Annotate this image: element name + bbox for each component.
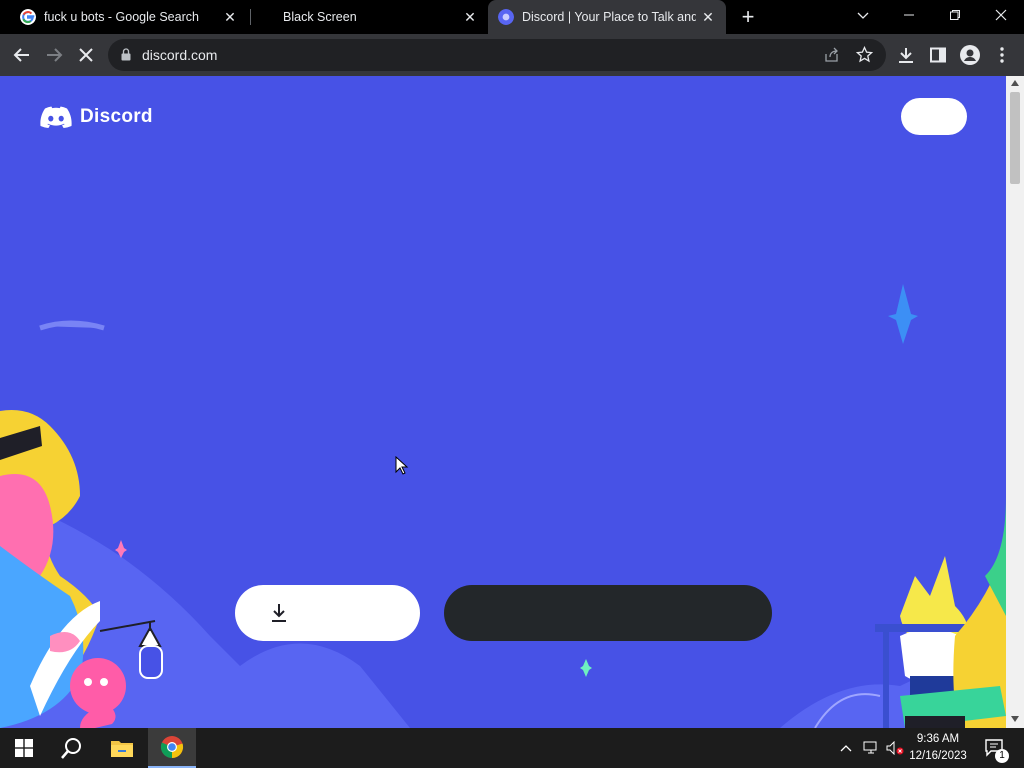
tab-divider bbox=[250, 9, 251, 25]
tab-search-chevron-icon[interactable] bbox=[840, 0, 886, 30]
close-tab-icon[interactable]: ✕ bbox=[222, 9, 238, 25]
clock-time: 9:36 AM bbox=[916, 733, 960, 745]
discord-homepage: Discord bbox=[0, 76, 1006, 728]
google-icon bbox=[20, 9, 36, 25]
address-bar[interactable]: discord.com bbox=[108, 39, 886, 71]
folder-icon bbox=[111, 741, 133, 757]
side-panel-icon[interactable] bbox=[924, 41, 952, 69]
discord-logo[interactable]: Discord bbox=[40, 106, 153, 128]
restore-icon[interactable] bbox=[932, 0, 978, 30]
tab-title: Black Screen bbox=[283, 10, 357, 24]
tab-strip: fuck u bots - Google Search ✕ Black Scre… bbox=[0, 0, 1024, 34]
forward-arrow-icon[interactable] bbox=[40, 41, 68, 69]
notification-center-button[interactable]: 1 bbox=[982, 728, 1009, 768]
download-icon[interactable] bbox=[892, 41, 920, 69]
tab-google-search[interactable]: fuck u bots - Google Search ✕ bbox=[12, 0, 248, 34]
search-icon bbox=[61, 738, 81, 759]
page-scrollbar[interactable] bbox=[1006, 76, 1024, 728]
new-tab-icon[interactable]: + bbox=[734, 3, 762, 31]
scrollbar-thumb[interactable] bbox=[1010, 92, 1020, 184]
network-icon[interactable] bbox=[860, 728, 882, 768]
lock-icon[interactable] bbox=[121, 48, 131, 61]
notification-count-badge: 1 bbox=[995, 749, 1009, 763]
start-button[interactable] bbox=[0, 728, 48, 768]
tab-title: Discord | Your Place to Talk and H bbox=[522, 10, 696, 24]
login-button[interactable] bbox=[901, 98, 967, 135]
minimize-icon[interactable] bbox=[886, 0, 932, 30]
bookmark-star-icon[interactable] bbox=[856, 46, 873, 63]
show-hidden-icons-chevron-icon[interactable] bbox=[836, 728, 856, 768]
close-window-icon[interactable] bbox=[978, 0, 1024, 30]
download-icon bbox=[272, 604, 286, 622]
tab-title: fuck u bots - Google Search bbox=[44, 10, 199, 24]
logo-wordmark: Discord bbox=[80, 106, 153, 127]
windows-logo-icon bbox=[15, 739, 33, 757]
download-button[interactable] bbox=[235, 585, 420, 641]
back-arrow-icon[interactable] bbox=[8, 41, 36, 69]
tab-black-screen[interactable]: Black Screen ✕ bbox=[252, 0, 488, 34]
search-button[interactable] bbox=[48, 728, 96, 768]
open-in-browser-button[interactable] bbox=[444, 585, 772, 641]
tab-discord[interactable]: Discord | Your Place to Talk and H ✕ bbox=[488, 0, 726, 34]
mouse-cursor-icon bbox=[395, 456, 409, 475]
close-tab-icon[interactable]: ✕ bbox=[700, 9, 716, 25]
discord-logo-icon bbox=[40, 106, 72, 128]
share-icon[interactable] bbox=[824, 47, 840, 63]
close-tab-icon[interactable]: ✕ bbox=[462, 9, 478, 25]
chrome-menu-icon[interactable] bbox=[988, 41, 1016, 69]
chrome-icon bbox=[160, 736, 184, 759]
chrome-taskbar-button[interactable] bbox=[148, 728, 196, 768]
url-text: discord.com bbox=[142, 47, 218, 63]
scroll-down-icon[interactable] bbox=[1011, 716, 1019, 722]
windows-taskbar: 1 bbox=[0, 728, 1024, 768]
scroll-up-icon[interactable] bbox=[1011, 80, 1019, 86]
sparkle-star bbox=[888, 284, 918, 344]
profile-avatar-icon[interactable] bbox=[956, 41, 984, 69]
system-clock[interactable]: 9:36 AM 12/16/2023 bbox=[900, 731, 976, 765]
stop-loading-icon[interactable] bbox=[72, 41, 100, 69]
file-explorer-button[interactable] bbox=[98, 728, 146, 768]
clock-date: 12/16/2023 bbox=[909, 750, 967, 762]
discord-icon bbox=[498, 9, 514, 25]
